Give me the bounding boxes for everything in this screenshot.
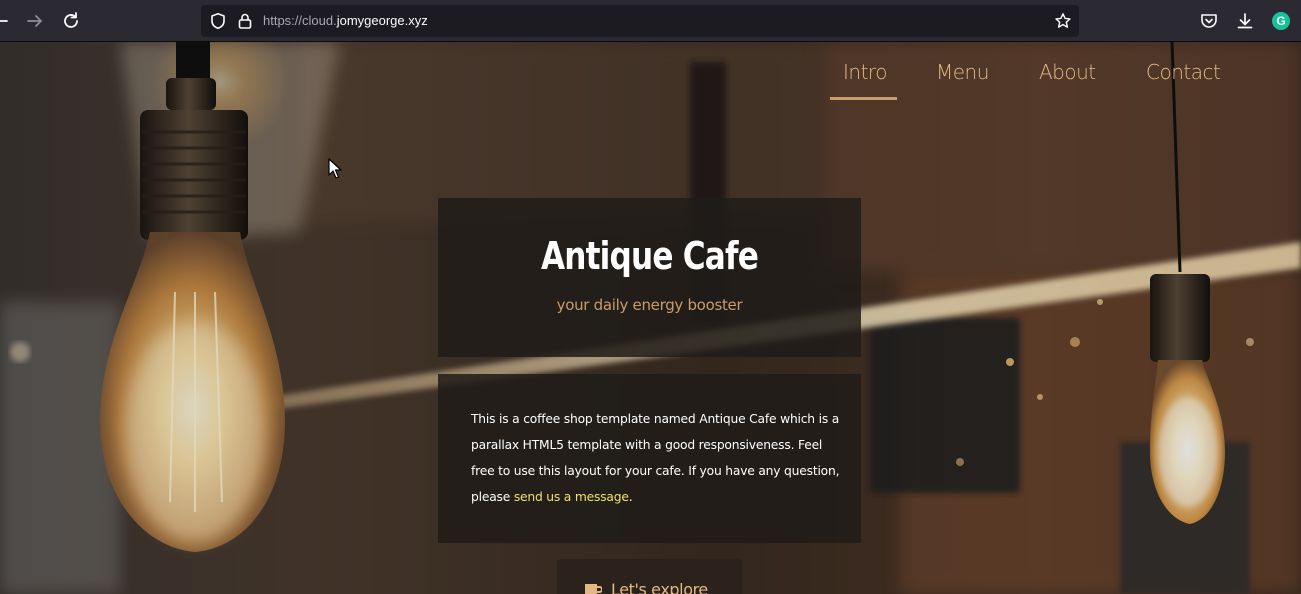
nav-item-about[interactable]: About <box>1039 60 1096 84</box>
address-bar[interactable]: https://cloud.jomygeorge.xyz <box>201 5 1079 37</box>
url-domain: jomygeorge.xyz <box>336 13 428 28</box>
mouse-pointer-icon <box>328 158 342 179</box>
shield-icon[interactable] <box>209 12 227 30</box>
hero-title-panel: Antique Cafe your daily energy booster <box>438 198 861 357</box>
site-title: Antique Cafe <box>540 234 759 278</box>
page-viewport: Intro Menu About Contact Antique Cafe yo… <box>0 42 1301 594</box>
url-text[interactable]: https://cloud.jomygeorge.xyz <box>263 13 428 29</box>
nav-item-contact[interactable]: Contact <box>1146 60 1221 84</box>
nav-active-indicator <box>830 97 897 100</box>
back-arrow-icon[interactable] <box>0 10 12 32</box>
explore-button[interactable]: Let's explore <box>557 559 742 594</box>
intro-text-end: . <box>628 490 633 504</box>
url-prefix: https://cloud. <box>263 13 337 28</box>
intro-description: This is a coffee shop template named Ant… <box>471 406 841 510</box>
contact-message-link[interactable]: send us a message <box>514 490 629 504</box>
pocket-icon[interactable] <box>1199 11 1219 31</box>
lock-icon[interactable] <box>236 12 254 30</box>
intro-description-panel: This is a coffee shop template named Ant… <box>438 374 861 543</box>
main-navigation: Intro Menu About Contact <box>0 60 1301 100</box>
download-icon[interactable] <box>1235 11 1255 31</box>
reload-icon[interactable] <box>60 10 82 32</box>
forward-arrow-icon[interactable] <box>24 10 46 32</box>
coffee-cup-icon <box>585 584 602 594</box>
nav-item-intro[interactable]: Intro <box>843 60 887 84</box>
explore-button-label: Let's explore <box>611 580 708 594</box>
browser-toolbar: https://cloud.jomygeorge.xyz G <box>0 0 1301 42</box>
site-tagline: your daily energy booster <box>556 296 743 314</box>
nav-item-menu[interactable]: Menu <box>936 60 989 84</box>
grammarly-icon[interactable]: G <box>1272 12 1290 30</box>
star-icon[interactable] <box>1054 12 1072 30</box>
